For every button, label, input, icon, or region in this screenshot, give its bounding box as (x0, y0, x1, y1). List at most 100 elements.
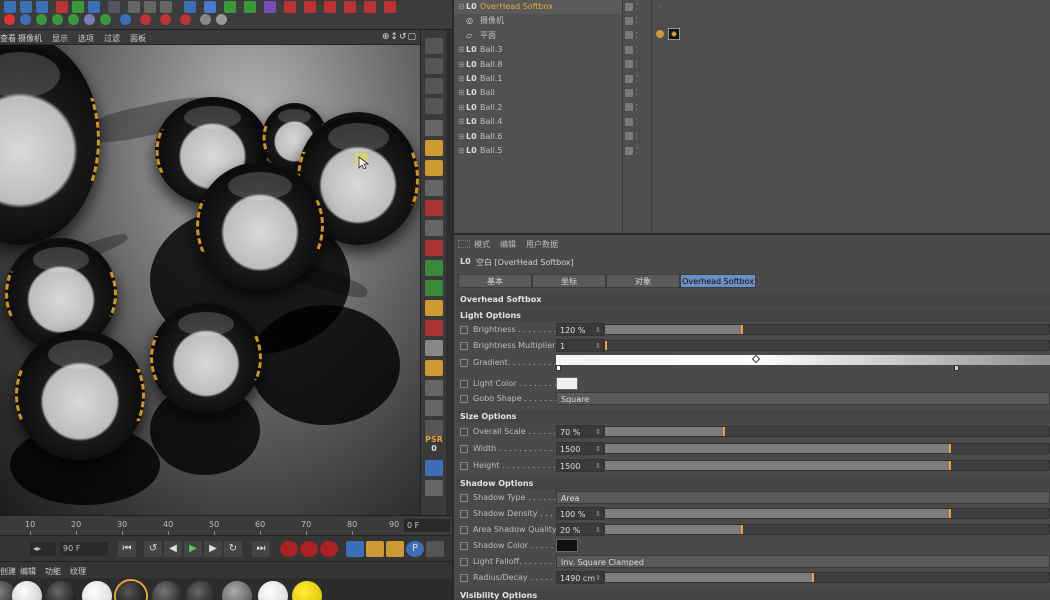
array-icon[interactable] (244, 1, 256, 13)
menu-panel[interactable]: 面板 (130, 33, 146, 44)
expand-toggle-icon[interactable]: ⊞ (458, 43, 466, 57)
brightness-multiplier-field[interactable]: 1 ⇕ (556, 339, 604, 352)
gradient-knot-icon[interactable] (556, 365, 561, 371)
section-light-options[interactable]: Light Options (456, 309, 1050, 322)
gradient-bar[interactable] (556, 355, 1050, 365)
settings-gear-icon[interactable] (425, 480, 443, 496)
gear-icon[interactable] (52, 14, 63, 25)
animate-icon[interactable] (460, 326, 468, 334)
ball-large[interactable] (0, 45, 100, 245)
viewport-nav-icons[interactable]: ⊕↕↺▢ (382, 32, 417, 42)
python-icon[interactable] (425, 420, 443, 436)
height-field[interactable]: 1500 ⇕ (556, 459, 604, 472)
end-frame-field[interactable]: 90 F (60, 542, 108, 556)
animate-icon[interactable] (460, 526, 468, 534)
animate-icon[interactable] (460, 510, 468, 518)
visibility-dots-icon[interactable]: ⁚ (636, 60, 639, 69)
width-slider[interactable] (604, 443, 1050, 454)
color-icon[interactable] (425, 460, 443, 476)
tag-icon[interactable] (656, 30, 664, 38)
z-axis-icon[interactable] (88, 1, 100, 13)
object-row[interactable]: ⊟L0 OverHead Softbox (454, 0, 622, 14)
axis-mode-icon[interactable] (425, 160, 443, 176)
enable-checkbox-icon[interactable] (625, 2, 633, 11)
material-swatch[interactable] (292, 581, 322, 600)
shadow-density-slider[interactable] (604, 508, 1050, 519)
radius-decay-slider[interactable] (604, 572, 1050, 583)
workplane-icon[interactable] (425, 220, 443, 236)
grid-icon[interactable] (425, 38, 443, 54)
object-row[interactable]: ⊞L0 Ball.4 (454, 115, 622, 129)
enable-checkbox-icon[interactable] (625, 117, 633, 126)
enable-checkbox-icon[interactable] (625, 132, 633, 141)
bulge-icon[interactable] (36, 14, 47, 25)
menu-user-data[interactable]: 用户数据 (526, 239, 558, 250)
tab-overhead-softbox[interactable]: Overhead Softbox (680, 274, 756, 288)
subdivision-icon[interactable] (224, 1, 236, 13)
brightness-field[interactable]: 120 % ⇕ (556, 323, 604, 336)
material-swatch[interactable] (258, 581, 288, 600)
area-shadow-quality-slider[interactable] (604, 524, 1050, 535)
y-axis-icon[interactable] (72, 1, 84, 13)
menu-create[interactable]: 创建 (0, 566, 16, 577)
move-key-icon[interactable] (346, 541, 364, 557)
rotate-tool-icon[interactable] (36, 1, 48, 13)
section-visibility-options[interactable]: Visibility Options (456, 589, 1050, 600)
tab-basic[interactable]: 基本 (458, 274, 532, 288)
visibility-dots-icon[interactable]: ⁚ (636, 16, 639, 25)
enable-checkbox-icon[interactable] (625, 45, 633, 54)
expand-toggle-icon[interactable]: ⊞ (458, 72, 466, 86)
gradient-knot-icon[interactable] (954, 365, 959, 371)
expand-toggle-icon[interactable]: ⊞ (458, 101, 466, 115)
animate-icon[interactable] (460, 494, 468, 502)
edges-icon[interactable] (425, 78, 443, 94)
melt-icon[interactable] (160, 14, 171, 25)
animate-icon[interactable] (460, 558, 468, 566)
menu-function[interactable]: 功能 (45, 566, 61, 577)
object-row[interactable]: ⊞L0 Ball (454, 86, 622, 100)
twist-icon[interactable] (20, 14, 31, 25)
checker-icon[interactable] (425, 340, 443, 356)
hand-icon[interactable] (425, 380, 443, 396)
paint-icon[interactable] (425, 320, 443, 336)
bend-deformer-icon[interactable] (264, 1, 276, 13)
camera-dolly-icon[interactable] (200, 14, 211, 25)
visibility-dots-icon[interactable]: ⁚ (636, 88, 639, 97)
scale-tool-icon[interactable] (20, 1, 32, 13)
expand-toggle-icon[interactable]: ⊞ (458, 58, 466, 72)
brightness-slider[interactable] (604, 324, 1050, 335)
material-swatch[interactable] (186, 581, 216, 600)
render-region-icon[interactable] (425, 240, 443, 256)
key-selection-icon[interactable] (320, 541, 338, 557)
render-view-icon[interactable] (128, 1, 140, 13)
bend-icon[interactable] (4, 14, 15, 25)
overall-scale-slider[interactable] (604, 426, 1050, 437)
go-to-end-button[interactable]: ⏭ (252, 541, 270, 557)
ball[interactable] (15, 330, 145, 460)
object-row[interactable]: ⊞L0 Ball.3 (454, 43, 622, 57)
material-swatch[interactable] (222, 581, 252, 600)
section-shadow-options[interactable]: Shadow Options (456, 477, 1050, 490)
visibility-dots-icon[interactable]: ⁚ (636, 146, 639, 155)
enable-checkbox-icon[interactable] (625, 146, 633, 155)
model-mode-icon[interactable] (425, 120, 443, 136)
snap-icon[interactable] (425, 180, 443, 196)
taper-icon[interactable] (68, 14, 79, 25)
animate-icon[interactable] (460, 342, 468, 350)
material-swatch[interactable] (82, 581, 112, 600)
menu-edit[interactable]: 编辑 (500, 239, 516, 250)
camera-icon[interactable] (304, 1, 316, 13)
world-coords-icon[interactable] (108, 1, 120, 13)
move-tool-icon[interactable] (4, 1, 16, 13)
go-to-start-button[interactable]: ⏮ (118, 541, 136, 557)
object-row[interactable]: ⊞L0 Ball.1 (454, 72, 622, 86)
rotate-key-icon[interactable] (386, 541, 404, 557)
menu-view[interactable]: 查看 (0, 33, 16, 44)
material-tag-icon[interactable] (668, 28, 680, 40)
lock-icon[interactable] (425, 200, 443, 216)
enable-checkbox-icon[interactable] (625, 31, 633, 40)
render-settings-icon[interactable] (160, 1, 172, 13)
animate-icon[interactable] (460, 542, 468, 550)
next-frame-button[interactable]: ▶ (204, 541, 222, 557)
scene-icon[interactable] (364, 1, 376, 13)
